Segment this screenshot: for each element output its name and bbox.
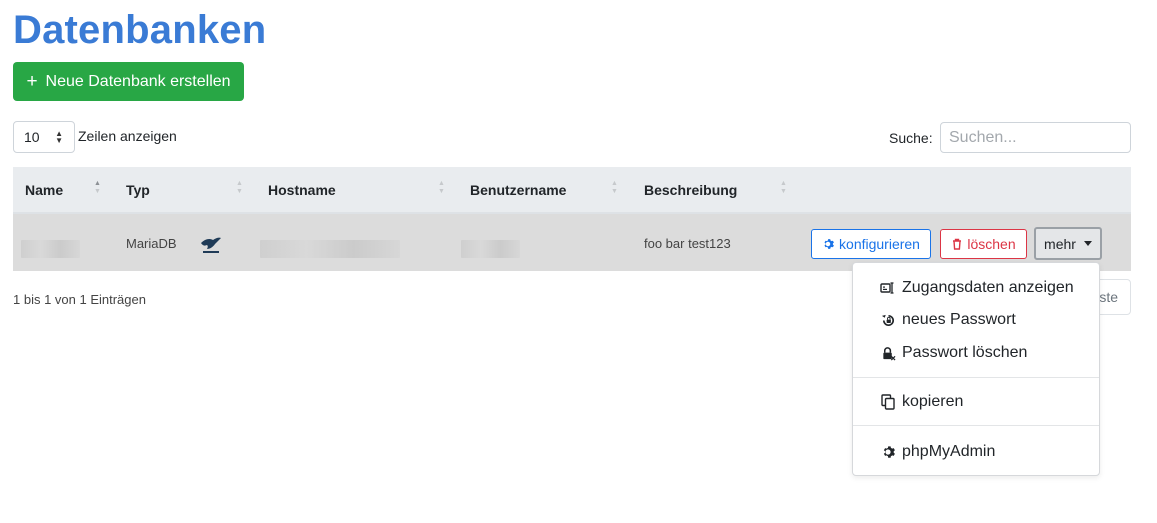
more-label: mehr bbox=[1044, 235, 1076, 252]
sort-icon[interactable]: ▲ ▼ bbox=[438, 180, 445, 196]
sort-icon[interactable]: ▲ ▼ bbox=[94, 180, 101, 196]
trash-icon bbox=[951, 236, 962, 252]
rows-per-page-select[interactable]: 10 ▲ ▼ bbox=[13, 121, 75, 153]
menu-item-label: Zugangsdaten anzeigen bbox=[902, 279, 1074, 296]
search-label: Suche: bbox=[889, 130, 933, 146]
menu-item-show-credentials[interactable]: Zugangsdaten anzeigen bbox=[853, 274, 1099, 302]
column-header-type[interactable]: Typ bbox=[126, 182, 150, 198]
create-database-label: Neue Datenbank erstellen bbox=[45, 72, 231, 90]
menu-divider bbox=[853, 377, 1099, 378]
plus-icon: + bbox=[26, 71, 38, 92]
column-header-username[interactable]: Benutzername bbox=[470, 182, 566, 198]
reset-password-icon bbox=[880, 312, 896, 328]
menu-divider bbox=[853, 425, 1099, 426]
search-input[interactable] bbox=[940, 122, 1131, 153]
menu-item-label: phpMyAdmin bbox=[902, 443, 996, 460]
credentials-icon bbox=[880, 280, 896, 296]
menu-item-label: Passwort löschen bbox=[902, 344, 1028, 361]
menu-item-delete-password[interactable]: Passwort löschen bbox=[853, 339, 1099, 367]
gear-icon bbox=[880, 444, 896, 460]
cell-description: foo bar test123 bbox=[644, 236, 731, 251]
redacted-username bbox=[461, 240, 520, 258]
pagination-next-label: ste bbox=[1099, 289, 1118, 305]
configure-button[interactable]: konfigurieren bbox=[811, 229, 931, 259]
menu-item-copy[interactable]: kopieren bbox=[853, 388, 1099, 416]
table-header: Name ▲ ▼ Typ ▲ ▼ Hostname ▲ ▼ Benutzername … bbox=[13, 167, 1131, 214]
more-dropdown-button[interactable]: mehr bbox=[1034, 227, 1102, 260]
select-arrows-icon: ▲ ▼ bbox=[55, 129, 63, 145]
caret-down-icon bbox=[1083, 241, 1092, 246]
lock-remove-icon bbox=[880, 345, 896, 361]
rows-per-page-label: Zeilen anzeigen bbox=[78, 128, 177, 144]
menu-item-label: neues Passwort bbox=[902, 311, 1016, 328]
sort-icon[interactable]: ▲ ▼ bbox=[611, 180, 618, 196]
create-database-button[interactable]: + Neue Datenbank erstellen bbox=[13, 62, 244, 101]
column-header-name[interactable]: Name bbox=[25, 182, 63, 198]
sort-icon[interactable]: ▲ ▼ bbox=[236, 180, 243, 196]
menu-item-new-password[interactable]: neues Passwort bbox=[853, 306, 1099, 334]
rows-per-page-value: 10 bbox=[24, 129, 40, 145]
page-title: Datenbanken bbox=[13, 8, 267, 52]
copy-icon bbox=[880, 394, 896, 410]
configure-label: konfigurieren bbox=[839, 236, 920, 252]
more-dropdown-menu: Zugangsdaten anzeigen neues Passwort Pas… bbox=[852, 262, 1100, 476]
redacted-name bbox=[21, 240, 80, 258]
delete-label: löschen bbox=[967, 236, 1016, 252]
column-header-description[interactable]: Beschreibung bbox=[644, 182, 737, 198]
sort-icon[interactable]: ▲ ▼ bbox=[780, 180, 787, 196]
mariadb-logo-icon bbox=[199, 235, 223, 255]
column-header-hostname[interactable]: Hostname bbox=[268, 182, 336, 198]
gear-icon bbox=[822, 236, 834, 252]
redacted-hostname bbox=[260, 240, 400, 258]
menu-item-phpmyadmin[interactable]: phpMyAdmin bbox=[853, 438, 1099, 466]
cell-type: MariaDB bbox=[126, 236, 177, 251]
delete-button[interactable]: löschen bbox=[940, 229, 1027, 259]
table-info: 1 bis 1 von 1 Einträgen bbox=[13, 292, 146, 307]
menu-item-label: kopieren bbox=[902, 393, 964, 410]
